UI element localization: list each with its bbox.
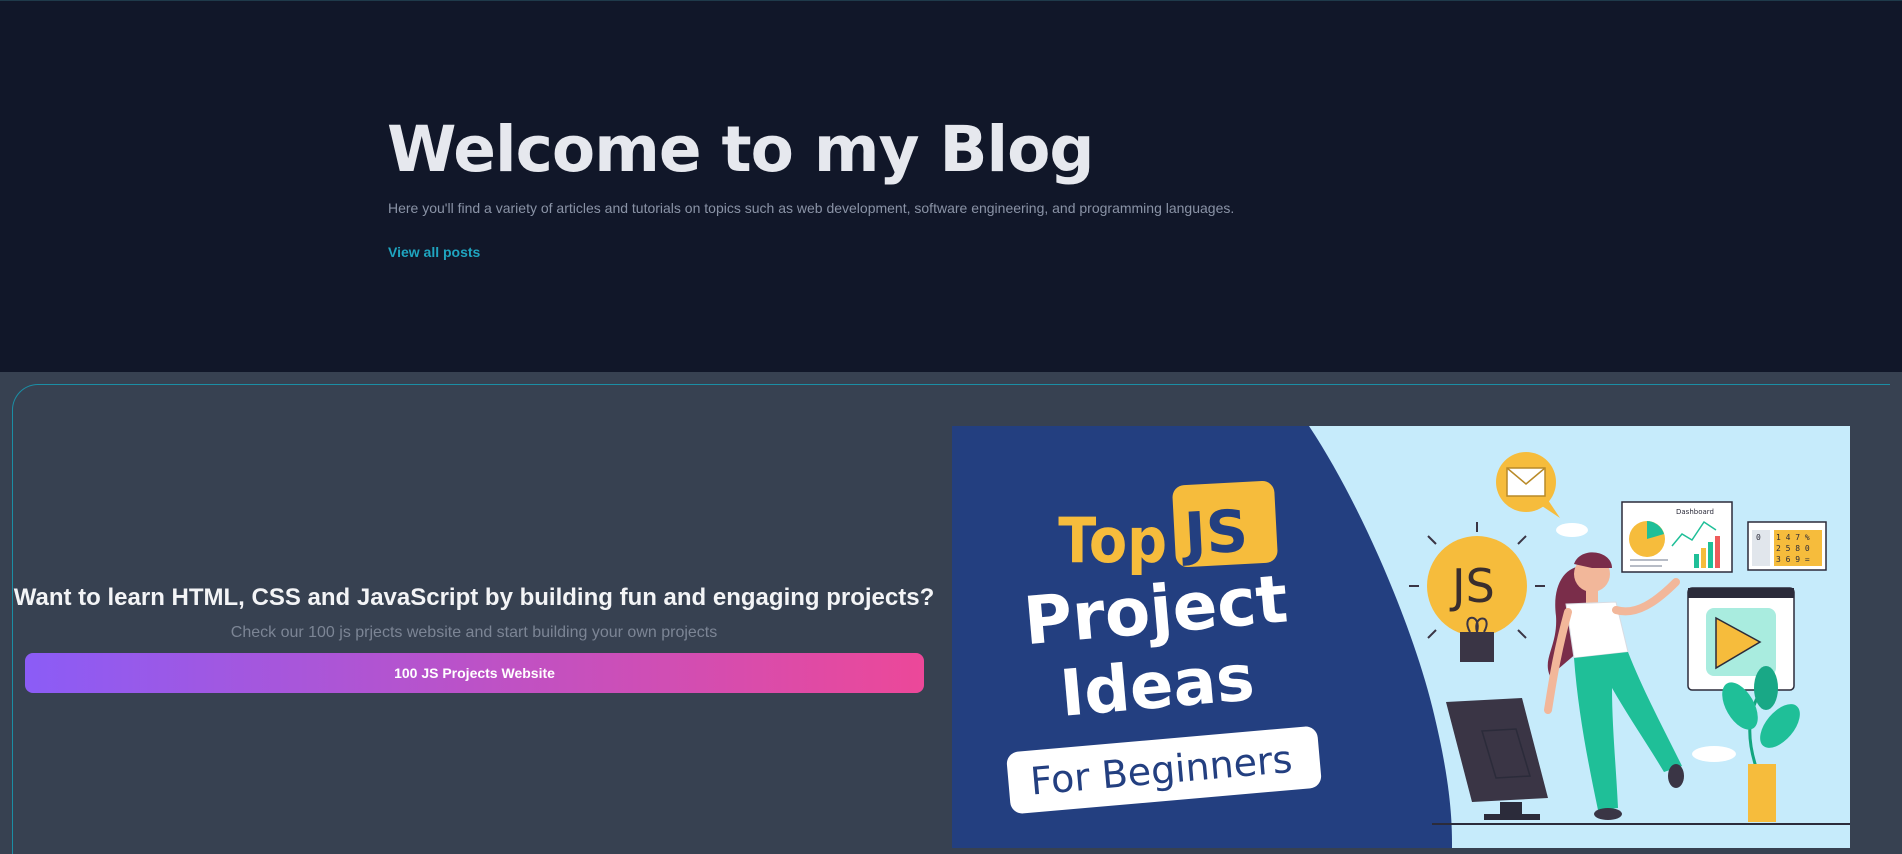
view-all-posts-link[interactable]: View all posts — [388, 244, 480, 260]
svg-text:0: 0 — [1756, 533, 1761, 542]
page-title: Welcome to my Blog — [387, 113, 1094, 186]
hero-subtitle: Here you'll find a variety of articles a… — [388, 200, 1235, 216]
svg-text:Dashboard: Dashboard — [1676, 508, 1714, 516]
dashboard-chart-icon: Dashboard — [1621, 501, 1733, 573]
svg-text:2 5 8 0: 2 5 8 0 — [1776, 544, 1810, 553]
promo-subtitle: Check our 100 js prjects website and sta… — [230, 624, 718, 641]
svg-text:1 4 7 %: 1 4 7 % — [1776, 533, 1810, 542]
banner-top-text: Top — [1058, 504, 1167, 577]
hero-section: Welcome to my Blog Here you'll find a va… — [0, 0, 1902, 372]
svg-text:JS: JS — [1449, 559, 1495, 613]
js-projects-website-button[interactable]: 100 JS Projects Website — [25, 653, 924, 693]
js-projects-banner-image[interactable]: Top JS Project Ideas For Beginners JS Da… — [952, 426, 1850, 848]
video-player-icon — [1687, 587, 1795, 691]
svg-text:3 6 9 =: 3 6 9 = — [1776, 555, 1810, 564]
calculator-icon: 0 1 4 7 % 2 5 8 0 3 6 9 = — [1747, 521, 1827, 571]
promo-title: Want to learn HTML, CSS and JavaScript b… — [13, 584, 935, 611]
banner-js-text: JS — [1179, 497, 1250, 568]
